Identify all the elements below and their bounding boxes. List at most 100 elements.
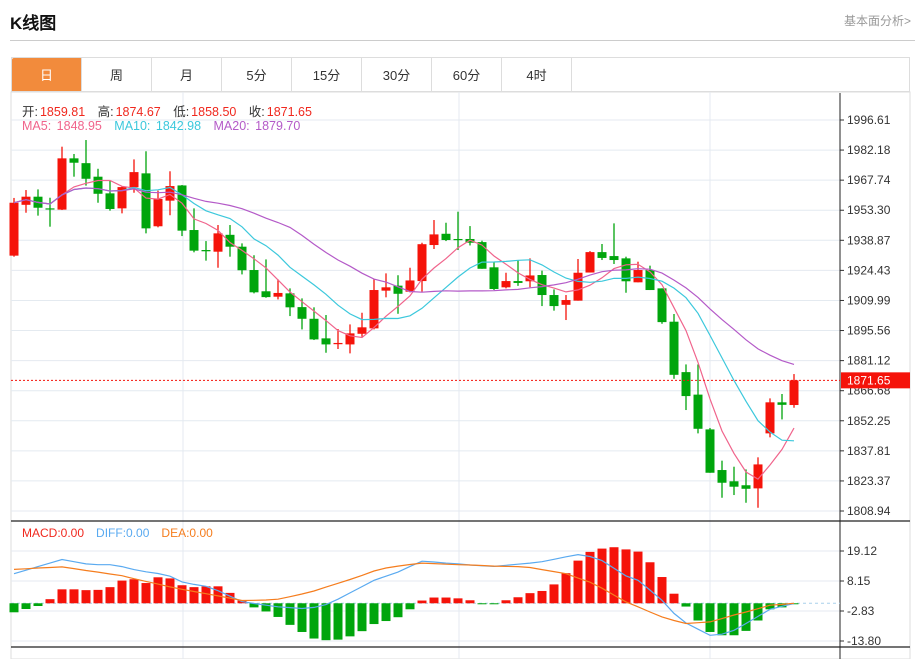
candle-body bbox=[789, 380, 799, 406]
candle-body bbox=[297, 307, 307, 319]
macd-bar bbox=[585, 551, 595, 604]
candle-body bbox=[609, 256, 619, 261]
candle bbox=[669, 313, 679, 379]
candle-body bbox=[729, 481, 739, 487]
candle-body bbox=[669, 321, 679, 375]
ma20-value: 1879.70 bbox=[255, 119, 301, 133]
candle-body bbox=[477, 242, 487, 269]
high-label: 高: bbox=[97, 105, 114, 119]
candle bbox=[9, 197, 19, 257]
candle-body bbox=[105, 193, 115, 209]
macd-bar bbox=[165, 578, 175, 604]
macd-bar bbox=[501, 600, 511, 604]
macd-bar bbox=[345, 603, 355, 637]
dea-value: DEA:0.00 bbox=[161, 526, 213, 540]
candle-body bbox=[561, 300, 571, 305]
macd-bar bbox=[549, 584, 559, 604]
macd-bar bbox=[357, 603, 367, 632]
candle-body bbox=[717, 470, 727, 483]
candle-body bbox=[489, 267, 499, 289]
candle-body bbox=[705, 429, 715, 473]
kline-chart[interactable]: 1996.61 1982.18 1967.74 1953.30 1938.87 1924.… bbox=[0, 0, 915, 659]
y-tick-label: 1938.87 bbox=[847, 233, 891, 247]
candle-body bbox=[429, 234, 439, 246]
candle-body bbox=[189, 230, 199, 251]
candle-body bbox=[69, 158, 79, 163]
macd-bar bbox=[105, 587, 115, 604]
candle-body bbox=[633, 270, 643, 283]
candle-body bbox=[357, 327, 367, 334]
macd-bar bbox=[9, 603, 19, 613]
candle-body bbox=[9, 202, 19, 256]
macd-bar bbox=[381, 603, 391, 622]
candle-body bbox=[285, 293, 295, 308]
macd-bar bbox=[33, 603, 43, 607]
macd-bar bbox=[405, 603, 415, 610]
candle-body bbox=[261, 291, 271, 298]
macd-bar bbox=[45, 599, 55, 604]
last-price-label: 1871.65 bbox=[847, 373, 891, 387]
candle-body bbox=[777, 402, 787, 405]
open-value: 1859.81 bbox=[39, 105, 86, 119]
ma10-value: 1842.98 bbox=[155, 119, 202, 133]
macd-bar bbox=[81, 590, 91, 604]
macd-bar bbox=[441, 597, 451, 604]
ma5-label: MA5: bbox=[22, 119, 52, 133]
candle-body bbox=[141, 173, 151, 229]
candle-body bbox=[57, 158, 67, 210]
macd-bar bbox=[561, 573, 571, 604]
candle bbox=[657, 288, 667, 324]
macd-bar bbox=[21, 603, 31, 610]
macd-bar bbox=[657, 577, 667, 604]
high-value: 1874.67 bbox=[115, 105, 161, 119]
macd-bar bbox=[465, 600, 475, 604]
macd-y-tick-label: 19.12 bbox=[847, 544, 877, 558]
candle-body bbox=[645, 270, 655, 291]
macd-bar bbox=[477, 603, 487, 605]
candle-body bbox=[213, 233, 223, 252]
macd-bar bbox=[285, 603, 295, 625]
macd-bar bbox=[189, 587, 199, 604]
candle bbox=[585, 251, 595, 273]
macd-bar bbox=[117, 580, 127, 604]
candle-body bbox=[321, 338, 331, 345]
candle-body bbox=[513, 281, 523, 283]
candle-body bbox=[693, 394, 703, 429]
macd-bar bbox=[321, 603, 331, 641]
macd-bar bbox=[453, 598, 463, 604]
open-label: 开: bbox=[22, 105, 38, 119]
candle-body bbox=[585, 252, 595, 273]
candle-body bbox=[573, 272, 583, 301]
macd-bar bbox=[393, 603, 403, 618]
ma5-value: 1848.95 bbox=[56, 119, 102, 133]
macd-bar bbox=[573, 560, 583, 604]
macd-bar bbox=[597, 548, 607, 604]
candle-body bbox=[309, 318, 319, 340]
macd-bar bbox=[705, 603, 715, 632]
ma-legend: MA5: 1848.95 MA10: 1842.98 MA20: 1879.70 bbox=[22, 119, 302, 133]
macd-bar bbox=[57, 589, 67, 604]
macd-bar bbox=[309, 603, 319, 639]
y-tick-label: 1881.12 bbox=[847, 354, 891, 368]
y-tick-label: 1909.99 bbox=[847, 293, 891, 307]
macd-bar bbox=[741, 603, 751, 631]
y-tick-label: 1895.56 bbox=[847, 324, 891, 338]
macd-bar bbox=[69, 589, 79, 604]
y-tick-label: 1967.74 bbox=[847, 173, 891, 187]
close-value: 1871.65 bbox=[266, 105, 312, 119]
macd-legend: MACD:0.00 DIFF:0.00 DEA:0.00 bbox=[22, 526, 215, 540]
candle bbox=[705, 427, 715, 473]
macd-bar bbox=[93, 589, 103, 604]
macd-bar bbox=[333, 603, 343, 640]
macd-bar bbox=[669, 593, 679, 604]
macd-bar bbox=[369, 603, 379, 625]
macd-bar bbox=[141, 583, 151, 604]
y-tick-label: 1982.18 bbox=[847, 143, 891, 157]
candle-body bbox=[741, 485, 751, 489]
macd-value: MACD:0.00 bbox=[22, 526, 85, 540]
macd-bar bbox=[429, 597, 439, 604]
candle-body bbox=[81, 163, 91, 179]
candle-body bbox=[153, 198, 163, 227]
diff-value: DIFF:0.00 bbox=[96, 526, 150, 540]
y-tick-label: 1837.81 bbox=[847, 444, 891, 458]
